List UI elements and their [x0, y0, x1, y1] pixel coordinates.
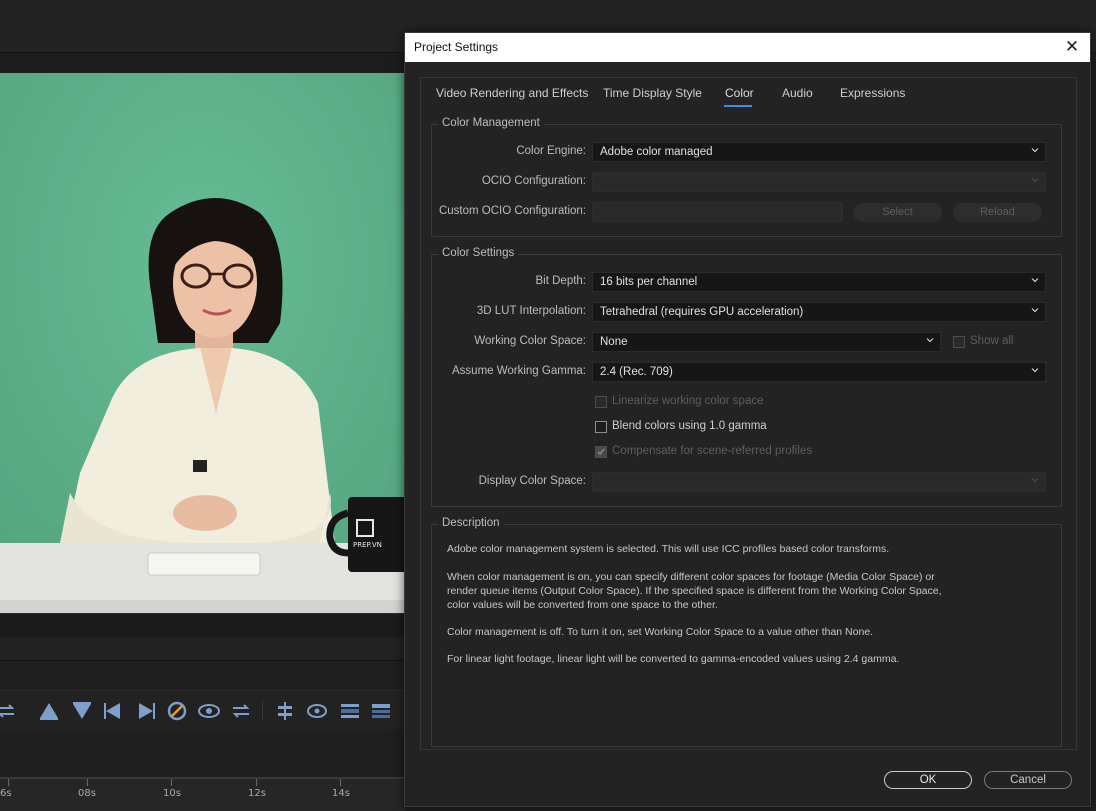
- blend-colors-checkbox[interactable]: [595, 421, 607, 433]
- close-button[interactable]: ✕: [1059, 35, 1085, 59]
- tab-video-rendering[interactable]: Video Rendering and Effects: [436, 86, 588, 100]
- center-icon[interactable]: [273, 699, 297, 723]
- time-ruler[interactable]: 6s 08s 10s 12s 14s: [0, 777, 405, 811]
- working-gamma-value: 2.4 (Rec. 709): [600, 366, 673, 378]
- working-gamma-select[interactable]: 2.4 (Rec. 709): [592, 362, 1046, 382]
- chevron-down-icon: [1031, 178, 1039, 183]
- ruler-label: 08s: [78, 788, 96, 799]
- video-frame-image: PREP.VN: [0, 73, 405, 613]
- eye-loop-icon[interactable]: [197, 699, 221, 723]
- toolbar-divider: [262, 701, 263, 721]
- bit-depth-label: Bit Depth:: [535, 275, 587, 287]
- triangle-down-icon[interactable]: [70, 699, 94, 723]
- show-all-label: Show all: [970, 335, 1014, 347]
- ruler-label: 10s: [163, 788, 181, 799]
- color-engine-value: Adobe color managed: [600, 146, 713, 158]
- chevron-down-icon: [1031, 368, 1039, 373]
- blend-colors-label[interactable]: Blend colors using 1.0 gamma: [612, 420, 767, 432]
- layer-up-icon[interactable]: [369, 699, 393, 723]
- compensate-label: Compensate for scene-referred profiles: [612, 445, 813, 457]
- chevron-down-icon: [1031, 148, 1039, 153]
- checkmark-icon: [597, 448, 605, 456]
- description-text: Adobe color management system is selecte…: [447, 543, 890, 555]
- description-text: render queue items (Output Color Space).…: [447, 585, 942, 597]
- no-entry-icon[interactable]: [165, 699, 189, 723]
- description-group: Description Adobe color management syste…: [431, 517, 1062, 747]
- description-text: color values will be converted from one …: [447, 599, 718, 611]
- mug-brand-text: PREP.VN: [353, 541, 382, 549]
- app-panel-header: [0, 53, 404, 72]
- working-color-space-select[interactable]: None: [592, 332, 941, 352]
- lut-interpolation-label: 3D LUT Interpolation:: [476, 305, 586, 317]
- color-engine-select[interactable]: Adobe color managed: [592, 142, 1046, 162]
- timeline-toolbar: [0, 690, 405, 732]
- active-tab-indicator: [724, 105, 752, 107]
- swap-arrows-icon[interactable]: [229, 699, 253, 723]
- working-gamma-label: Assume Working Gamma:: [452, 365, 586, 377]
- timeline-panel[interactable]: [0, 731, 405, 777]
- chevron-down-icon: [1031, 478, 1039, 483]
- tab-color[interactable]: Color: [725, 86, 754, 100]
- tab-audio[interactable]: Audio: [782, 86, 813, 100]
- description-text: Color management is off. To turn it on, …: [447, 626, 874, 638]
- lut-interpolation-value: Tetrahedral (requires GPU acceleration): [600, 306, 804, 318]
- tab-expressions[interactable]: Expressions: [840, 86, 905, 100]
- chevron-down-icon: [1031, 278, 1039, 283]
- ruler-label: 14s: [332, 788, 350, 799]
- working-color-space-value: None: [600, 336, 628, 348]
- chevron-down-icon: [1031, 308, 1039, 313]
- group-title: Color Settings: [438, 247, 519, 259]
- display-color-space-label: Display Color Space:: [478, 475, 586, 487]
- dialog-titlebar: Project Settings ✕: [405, 33, 1090, 62]
- ok-button[interactable]: OK: [884, 771, 972, 789]
- bit-depth-value: 16 bits per channel: [600, 276, 698, 288]
- eye-target-icon[interactable]: [305, 699, 329, 723]
- color-engine-label: Color Engine:: [516, 145, 586, 157]
- show-all-checkbox: [953, 336, 965, 348]
- working-color-space-label: Working Color Space:: [474, 335, 586, 347]
- display-color-space-select: [592, 472, 1046, 492]
- project-settings-dialog: Project Settings ✕ Video Rendering and E…: [404, 32, 1091, 807]
- group-title: Color Management: [438, 117, 544, 129]
- chevron-down-icon: [926, 338, 934, 343]
- layer-down-icon[interactable]: [338, 699, 362, 723]
- compensate-checkbox: [595, 446, 607, 458]
- close-icon: ✕: [1064, 37, 1080, 57]
- dialog-title: Project Settings: [414, 40, 499, 54]
- linearize-label: Linearize working color space: [612, 395, 764, 407]
- cancel-button[interactable]: Cancel: [984, 771, 1072, 789]
- tab-time-display-style[interactable]: Time Display Style: [603, 86, 702, 100]
- bit-depth-select[interactable]: 16 bits per channel: [592, 272, 1046, 292]
- select-button: Select: [853, 203, 942, 222]
- viewer-footer: [0, 613, 405, 638]
- color-settings-group: Color Settings Bit Depth: 16 bits per ch…: [431, 247, 1062, 507]
- description-text: When color management is on, you can spe…: [447, 571, 935, 583]
- swap-icon[interactable]: [0, 699, 18, 723]
- lut-interpolation-select[interactable]: Tetrahedral (requires GPU acceleration): [592, 302, 1046, 322]
- custom-ocio-label: Custom OCIO Configuration:: [438, 205, 586, 217]
- ocio-config-select: [592, 172, 1046, 192]
- settings-panel: Video Rendering and Effects Time Display…: [420, 77, 1077, 750]
- reload-button: Reload: [953, 203, 1042, 222]
- description-text: For linear light footage, linear light w…: [447, 653, 900, 665]
- group-title: Description: [438, 517, 504, 529]
- linearize-checkbox: [595, 396, 607, 408]
- ruler-label: 12s: [248, 788, 266, 799]
- step-back-icon[interactable]: [101, 699, 125, 723]
- ocio-config-label: OCIO Configuration:: [481, 175, 586, 187]
- custom-ocio-field: [592, 202, 843, 222]
- composition-viewer[interactable]: PREP.VN: [0, 73, 405, 613]
- color-management-group: Color Management Color Engine: Adobe col…: [431, 117, 1062, 237]
- step-forward-icon[interactable]: [134, 699, 158, 723]
- timeline-tabs-bar: [0, 638, 405, 661]
- triangle-up-icon[interactable]: [37, 699, 61, 723]
- ruler-label: 6s: [0, 788, 12, 799]
